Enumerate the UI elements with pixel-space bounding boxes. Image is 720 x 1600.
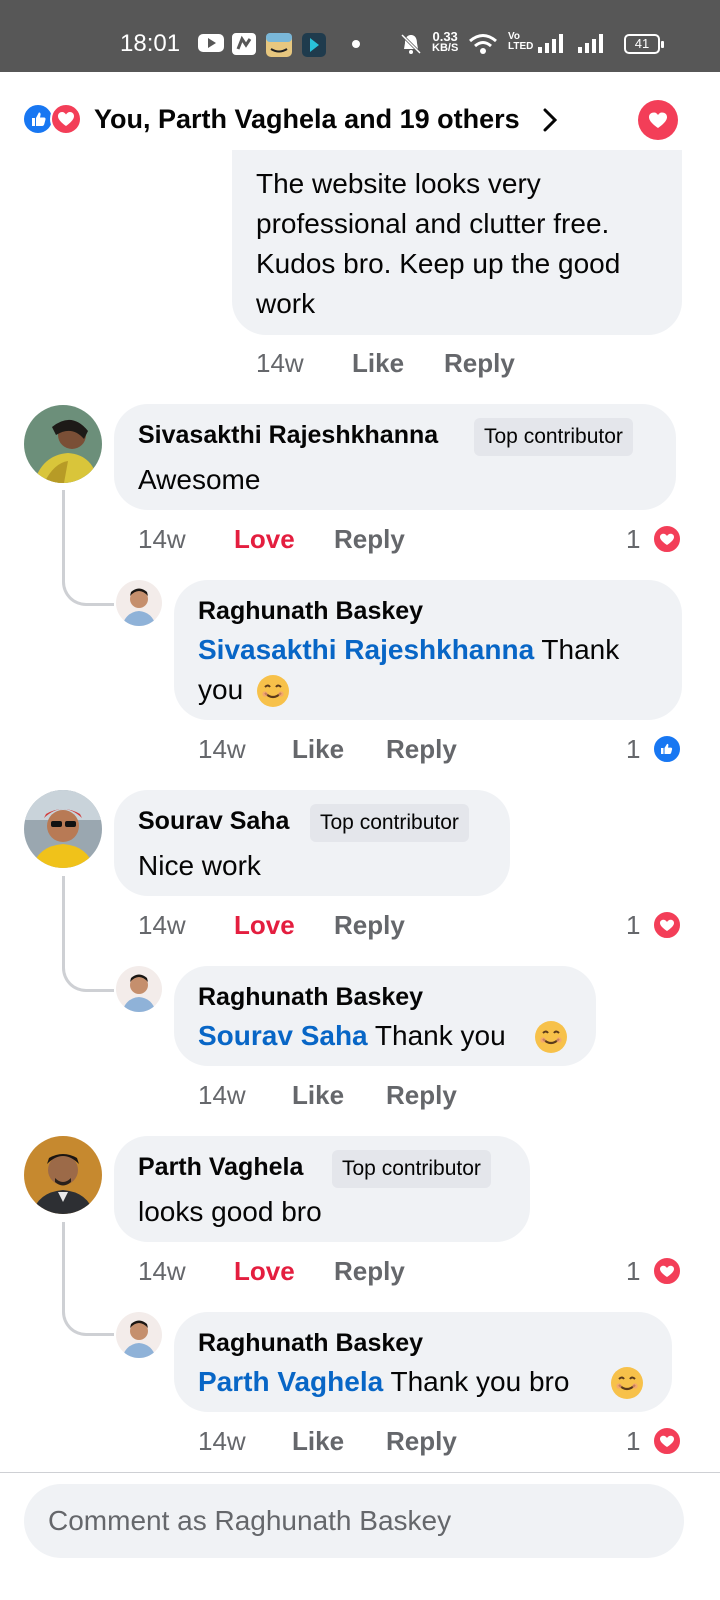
comment-text-line: The website looks very (256, 168, 541, 199)
net-speed: 0.33 KB/S (432, 30, 458, 54)
reply-text: Sourav Saha Thank you (198, 1016, 506, 1056)
comment-input[interactable]: Comment as Raghunath Baskey (24, 1484, 684, 1558)
reply-author[interactable]: Raghunath Baskey (198, 982, 423, 1012)
comment-text: Awesome (138, 464, 261, 495)
mute-bell-icon (400, 33, 422, 55)
avatar[interactable] (24, 405, 102, 483)
mention-link[interactable]: Sivasakthi Rajeshkhanna (198, 634, 534, 665)
comment-author[interactable]: Sourav Saha (138, 806, 289, 836)
reaction-count[interactable]: 1 (626, 910, 640, 940)
comment-author[interactable]: Parth Vaghela (138, 1152, 303, 1182)
reaction-count[interactable]: 1 (626, 734, 640, 764)
chevron-right-icon[interactable] (540, 105, 560, 140)
app-icon-2 (302, 33, 326, 57)
reply-button[interactable]: Reply (386, 1426, 457, 1456)
thread-line (62, 490, 114, 606)
comment-timestamp: 14w (138, 524, 186, 554)
heart-icon (652, 1426, 682, 1456)
reply-timestamp: 14w (198, 734, 246, 764)
reply-button[interactable]: Reply (386, 1080, 457, 1110)
smiling-emoji-icon (256, 674, 290, 713)
like-button[interactable]: Like (292, 1080, 344, 1110)
reply-text-part: Thank you (367, 1020, 506, 1051)
reply-text-part: Thank (534, 634, 620, 665)
comment-text-line: Kudos bro. Keep up the good (256, 248, 621, 279)
top-contributor-badge: Top contributor (332, 1150, 491, 1188)
heart-icon (652, 1256, 682, 1286)
reply-timestamp: 14w (198, 1426, 246, 1456)
reply-button[interactable]: Reply (386, 734, 457, 764)
reply-author[interactable]: Raghunath Baskey (198, 1328, 423, 1358)
reply-text-part: you (198, 674, 244, 705)
comment-text: looks good bro (138, 1196, 322, 1227)
notification-dot (352, 40, 360, 48)
volte-bottom: LTED (508, 41, 534, 52)
reply-text: Parth Vaghela Thank you bro (198, 1362, 569, 1402)
signal-icon-1 (538, 33, 568, 53)
heart-icon (652, 524, 682, 554)
heart-icon (50, 103, 82, 135)
thread-line (62, 876, 114, 992)
net-speed-unit: KB/S (432, 42, 459, 54)
like-button[interactable]: Like (352, 348, 404, 378)
comment-author[interactable]: Sivasakthi Rajeshkhanna (138, 420, 438, 450)
love-button[interactable]: Love (234, 524, 295, 554)
reply-button[interactable]: Reply (334, 910, 405, 940)
youtube-icon (198, 33, 224, 53)
top-contributor-badge: Top contributor (310, 804, 469, 842)
reply-text-part: Thank you bro (383, 1366, 570, 1397)
comment-text: Nice work (138, 850, 261, 881)
smiling-emoji-icon (610, 1366, 644, 1405)
signal-icon-2 (578, 33, 608, 53)
avatar[interactable] (116, 1312, 162, 1358)
comment-timestamp: 14w (138, 910, 186, 940)
love-button[interactable]: Love (234, 1256, 295, 1286)
avatar[interactable] (24, 790, 102, 868)
top-contributor-badge: Top contributor (474, 418, 633, 456)
reply-button[interactable]: Reply (334, 524, 405, 554)
comment-text-line: work (256, 288, 316, 319)
wifi-icon (468, 33, 498, 55)
avatar[interactable] (116, 966, 162, 1012)
avatar[interactable] (24, 1136, 102, 1214)
smiling-emoji-icon (534, 1020, 568, 1059)
amazon-icon (266, 33, 292, 57)
love-button[interactable]: Love (234, 910, 295, 940)
reply-author[interactable]: Raghunath Baskey (198, 596, 423, 626)
mention-link[interactable]: Parth Vaghela (198, 1366, 383, 1397)
volte-indicator: Vo LTED (508, 32, 533, 52)
reaction-count[interactable]: 1 (626, 1426, 640, 1456)
reply-button[interactable]: Reply (444, 348, 515, 378)
reply-button[interactable]: Reply (334, 1256, 405, 1286)
mention-link[interactable]: Sourav Saha (198, 1020, 368, 1051)
heart-icon (652, 910, 682, 940)
reply-text: Sivasakthi Rajeshkhanna Thank (198, 630, 619, 670)
reactions-summary[interactable]: You, Parth Vaghela and 19 others (94, 103, 520, 135)
avatar[interactable] (116, 580, 162, 626)
comment-input-placeholder: Comment as Raghunath Baskey (48, 1505, 452, 1536)
battery-indicator: 41 (624, 34, 664, 54)
divider (0, 1472, 720, 1473)
status-time: 18:01 (120, 30, 181, 57)
reaction-count[interactable]: 1 (626, 1256, 640, 1286)
thumbs-up-icon (652, 734, 682, 764)
status-bar: 18:01 0.33 KB/S Vo LTED 41 (0, 0, 720, 72)
comment-text-line: professional and clutter free. (256, 208, 610, 239)
thread-line (62, 1222, 114, 1336)
reply-timestamp: 14w (198, 1080, 246, 1110)
app-icon (232, 33, 256, 55)
like-button[interactable]: Like (292, 734, 344, 764)
love-reaction-button[interactable] (638, 100, 678, 140)
like-button[interactable]: Like (292, 1426, 344, 1456)
comment-timestamp: 14w (256, 348, 304, 378)
reaction-count[interactable]: 1 (626, 524, 640, 554)
reply-text-line: you (198, 670, 243, 710)
comment-timestamp: 14w (138, 1256, 186, 1286)
